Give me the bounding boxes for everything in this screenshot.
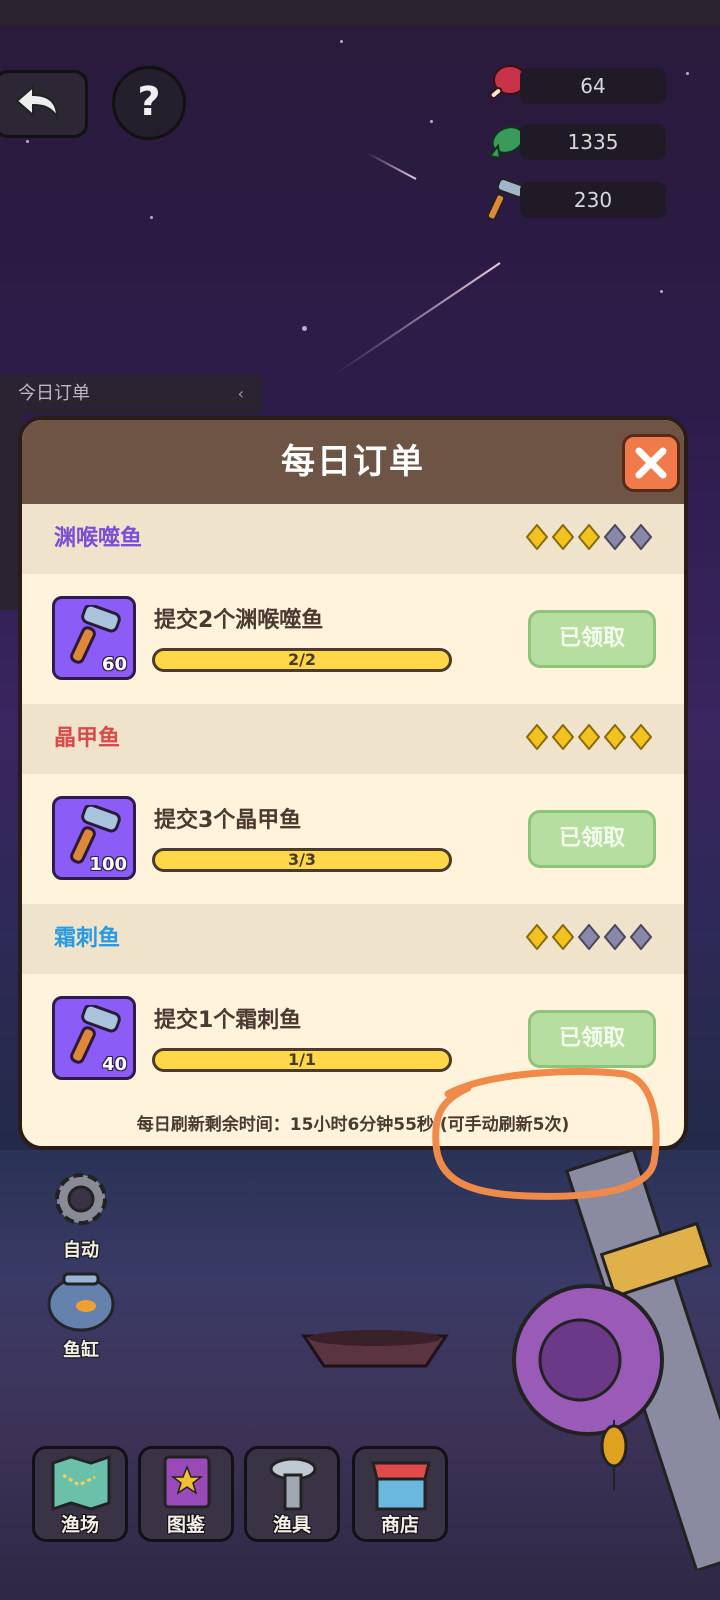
nav-shop[interactable]: 商店 — [352, 1446, 448, 1542]
claimed-button[interactable]: 已领取 — [528, 610, 656, 668]
order-header: 渊喉噬鱼 — [22, 504, 684, 574]
gray-gem-icon — [604, 924, 626, 950]
order-fish-name: 霜刺鱼 — [54, 926, 121, 951]
gray-gem-icon — [630, 924, 652, 950]
reward-amount: 40 — [101, 1054, 127, 1075]
claimed-button[interactable]: 已领取 — [528, 1010, 656, 1068]
gear-icon — [55, 1173, 107, 1225]
nav-gear-label: 渔具 — [272, 1514, 311, 1536]
star — [660, 290, 663, 293]
star — [26, 140, 29, 143]
order-row: 100 提交3个晶甲鱼 3/3 已领取 — [22, 774, 684, 904]
boat-icon — [301, 1330, 449, 1368]
help-button[interactable]: ? — [112, 66, 186, 140]
fishbowl-button[interactable]: 鱼缸 — [46, 1270, 116, 1362]
reward-amount: 60 — [101, 654, 127, 675]
auto-button[interactable]: 自动 — [46, 1166, 116, 1262]
gold-gem-icon — [526, 724, 548, 750]
hammer-count: 230 — [520, 182, 666, 218]
progress-bar: 3/3 — [152, 848, 452, 872]
book-icon — [163, 1455, 211, 1509]
back-button[interactable] — [0, 70, 88, 138]
star — [430, 120, 433, 123]
gray-gem-icon — [630, 524, 652, 550]
collapse-arrow-icon[interactable]: ‹ — [238, 374, 244, 414]
task-description: 提交1个霜刺鱼 — [154, 1008, 302, 1033]
nav-fishing-ground[interactable]: 渔场 — [32, 1446, 128, 1542]
gold-gem-icon — [604, 724, 626, 750]
gold-gem-icon — [578, 724, 600, 750]
nav-encyclopedia[interactable]: 图鉴 — [138, 1446, 234, 1542]
daily-orders-dialog: 每日订单 渊喉噬鱼 60 提交2个渊喉噬鱼 2/2 已领取 晶甲鱼 100 提交… — [18, 416, 688, 1150]
annotation-circle — [432, 1067, 660, 1200]
back-arrow-icon — [15, 85, 59, 121]
star — [686, 72, 689, 75]
fishbowl-label: 鱼缸 — [63, 1340, 99, 1361]
progress-bar: 2/2 — [152, 648, 452, 672]
shop-icon — [371, 1461, 431, 1511]
order-header: 晶甲鱼 — [22, 704, 684, 774]
gold-gem-icon — [552, 524, 574, 550]
today-orders-panel[interactable]: 今日订单 ‹ — [0, 374, 262, 414]
nav-encyclopedia-label: 图鉴 — [166, 1514, 205, 1536]
meat-count: 64 — [520, 68, 666, 104]
order-fish-name: 晶甲鱼 — [54, 726, 121, 751]
gray-gem-icon — [578, 924, 600, 950]
reward-item: 100 — [52, 796, 136, 880]
gray-gem-icon — [604, 524, 626, 550]
star — [302, 326, 307, 331]
rarity-gems — [526, 724, 656, 754]
top-bar — [0, 0, 720, 26]
star — [340, 40, 343, 43]
claimed-button[interactable]: 已领取 — [528, 810, 656, 868]
progress-bar: 1/1 — [152, 1048, 452, 1072]
gold-gem-icon — [526, 924, 548, 950]
close-icon — [635, 447, 667, 479]
order-fish-name: 渊喉噬鱼 — [54, 526, 143, 551]
fish-count: 1335 — [520, 124, 666, 160]
screw-icon — [269, 1457, 317, 1511]
rarity-gems — [526, 924, 656, 954]
nav-gear[interactable]: 渔具 — [244, 1446, 340, 1542]
fishing-rod-icon — [512, 1150, 720, 1570]
reward-item: 60 — [52, 596, 136, 680]
task-description: 提交2个渊喉噬鱼 — [154, 608, 324, 633]
task-description: 提交3个晶甲鱼 — [154, 808, 302, 833]
gold-gem-icon — [630, 724, 652, 750]
dialog-title: 每日订单 — [281, 442, 425, 482]
map-icon — [51, 1455, 111, 1511]
auto-label: 自动 — [63, 1240, 99, 1261]
reward-item: 40 — [52, 996, 136, 1080]
gold-gem-icon — [552, 724, 574, 750]
gold-gem-icon — [578, 524, 600, 550]
today-orders-title: 今日订单 — [18, 383, 90, 404]
gold-gem-icon — [526, 524, 548, 550]
order-row: 60 提交2个渊喉噬鱼 2/2 已领取 — [22, 574, 684, 704]
nav-shop-label: 商店 — [380, 1514, 419, 1536]
star — [150, 216, 153, 219]
fishbowl-icon — [47, 1272, 115, 1332]
close-button[interactable] — [622, 434, 680, 492]
order-header: 霜刺鱼 — [22, 904, 684, 974]
rarity-gems — [526, 524, 656, 554]
reward-amount: 100 — [89, 854, 127, 875]
nav-fishing-ground-label: 渔场 — [60, 1514, 99, 1536]
gold-gem-icon — [552, 924, 574, 950]
